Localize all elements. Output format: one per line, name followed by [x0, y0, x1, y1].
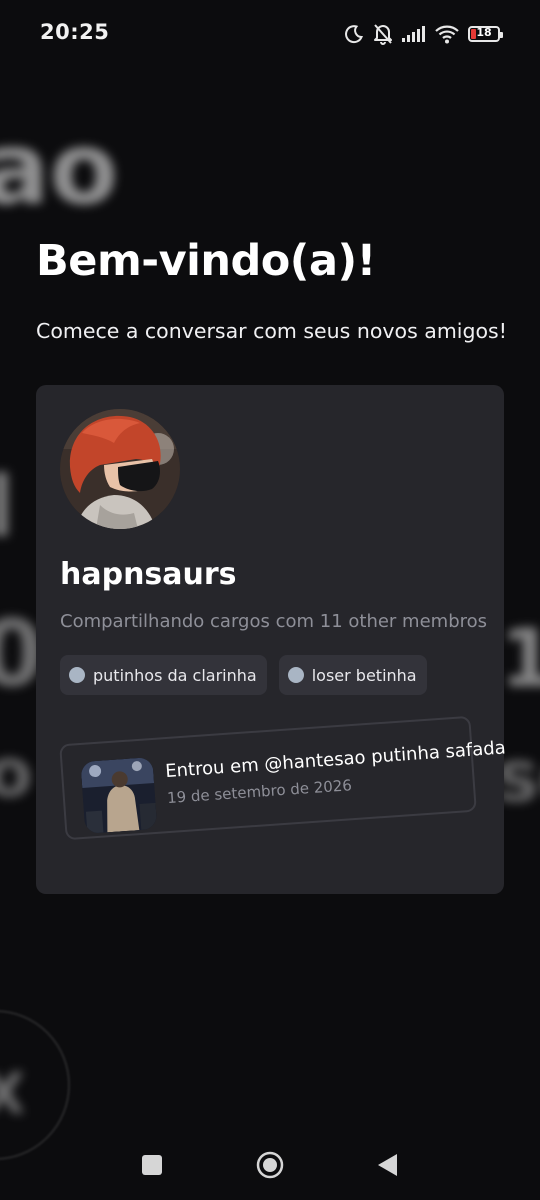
- wifi-icon: [435, 24, 459, 44]
- battery-level: 18: [476, 26, 492, 39]
- screen: ao 0 1. o se X 20:25: [0, 0, 540, 1200]
- blurred-background-bar: [0, 472, 8, 536]
- blurred-background-text: o: [0, 734, 33, 813]
- blurred-background-text: ao: [0, 110, 119, 227]
- system-nav-bar: [0, 1128, 540, 1200]
- role-color-dot: [287, 667, 304, 683]
- server-icon: [80, 757, 158, 834]
- status-time: 20:25: [40, 20, 110, 44]
- username: hapnsaurs: [60, 557, 237, 592]
- page-subtitle: Comece a conversar com seus novos amigos…: [36, 319, 507, 343]
- joined-server-box[interactable]: Entrou em @hantesao putinha safada 19 de…: [59, 715, 506, 841]
- battery-icon: 18: [468, 26, 503, 42]
- status-bar: 20:25 18: [0, 0, 540, 68]
- role-label: loser betinha: [311, 665, 417, 685]
- role-list: putinhos da clarinha loser betinha: [60, 655, 427, 695]
- recents-square-icon[interactable]: [137, 1150, 167, 1180]
- role-color-dot: [69, 667, 85, 683]
- moon-icon: [344, 24, 364, 44]
- avatar[interactable]: [60, 409, 180, 529]
- role-chip[interactable]: putinhos da clarinha: [60, 655, 267, 695]
- role-chip[interactable]: loser betinha: [278, 655, 427, 695]
- joined-date: 19 de setembro de 2026: [166, 776, 353, 808]
- bell-off-icon: [373, 23, 393, 45]
- signal-icon: [402, 26, 426, 42]
- status-icons: 18: [344, 22, 503, 46]
- welcome-card[interactable]: hapnsaurs Compartilhando cargos com 11 o…: [36, 385, 506, 894]
- home-circle-icon[interactable]: [255, 1150, 285, 1180]
- role-label: putinhos da clarinha: [93, 665, 257, 685]
- shared-roles-text: Compartilhando cargos com 11 other membr…: [60, 611, 488, 632]
- page-title: Bem-vindo(a)!: [36, 236, 376, 286]
- joined-server-text: Entrou em @hantesao putinha safada: [164, 737, 507, 783]
- back-triangle-icon[interactable]: [373, 1150, 403, 1180]
- blurred-background-text: 1.: [500, 612, 540, 705]
